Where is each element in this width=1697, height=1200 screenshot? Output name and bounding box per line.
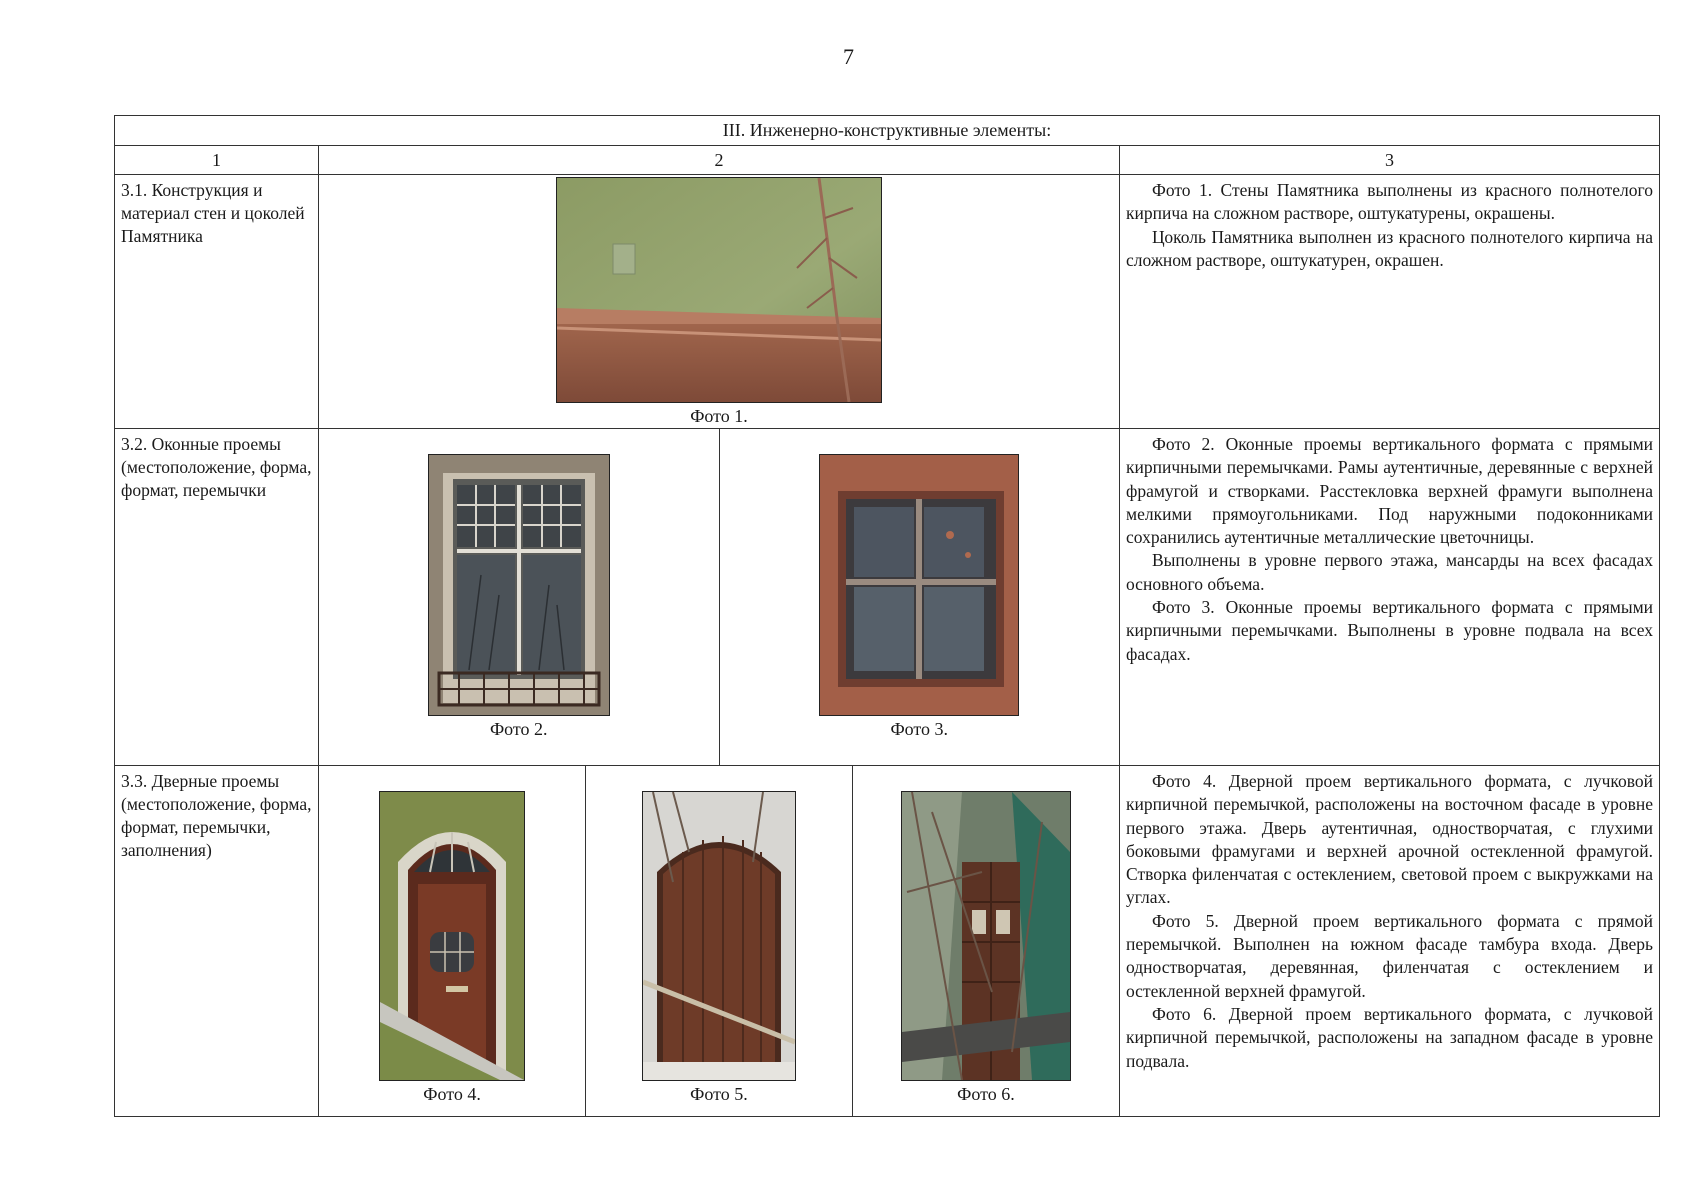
photo-caption: Фото 1. (690, 406, 748, 426)
row-label-doors: 3.3. Дверные проемы (местоположение, фор… (114, 765, 319, 1117)
description-paragraph: Фото 5. Дверной проем вертикального форм… (1126, 910, 1654, 1001)
photo-caption: Фото 5. (690, 1084, 748, 1104)
row-label-windows: 3.2. Оконные проемы (местоположение, фор… (114, 428, 319, 766)
description-paragraph: Выполнены в уровне первого этажа, мансар… (1126, 550, 1654, 594)
column-number-3: 3 (1118, 145, 1661, 175)
photo-caption: Фото 3. (890, 719, 949, 739)
window-flowerbox-photo (427, 454, 610, 716)
photo-cell-walls: Фото 1. (318, 174, 1120, 429)
basement-window-photo (819, 454, 1020, 716)
description-windows: Фото 2. Оконные проемы вертикального фор… (1118, 428, 1661, 766)
basement-door-photo (900, 791, 1071, 1081)
description-walls: Фото 1. Стены Памятника выполнены из кра… (1118, 174, 1661, 429)
description-paragraph: Фото 4. Дверной проем вертикального форм… (1126, 771, 1654, 908)
page-number: 7 (843, 44, 854, 69)
table-row: 3.3. Дверные проемы (местоположение, фор… (114, 765, 1661, 1117)
photo-caption: Фото 4. (423, 1084, 481, 1104)
description-paragraph: Фото 2. Оконные проемы вертикального фор… (1126, 434, 1654, 548)
description-paragraph: Фото 3. Оконные проемы вертикального фор… (1126, 597, 1654, 664)
engineering-elements-table: III. Инженерно-конструктивные элементы: … (113, 115, 1661, 1117)
description-doors: Фото 4. Дверной проем вертикального форм… (1118, 765, 1661, 1117)
description-paragraph: Цоколь Памятника выполнен из красного по… (1126, 226, 1654, 270)
description-paragraph: Фото 6. Дверной проем вертикального форм… (1126, 1003, 1654, 1071)
description-paragraph: Фото 1. Стены Памятника выполнены из кра… (1126, 180, 1654, 224)
photo-cell-doors: Фото 4. Фото 5. Фото 6. (318, 765, 1120, 1117)
photo-caption: Фото 2. (489, 719, 548, 739)
arched-door-photo (379, 791, 526, 1081)
plank-door-photo (641, 791, 796, 1081)
wall-plinth-photo (556, 177, 882, 403)
column-number-1: 1 (114, 145, 319, 175)
table-row: 3.1. Конструкция и материал стен и цокол… (114, 174, 1661, 429)
column-number-2: 2 (318, 145, 1120, 175)
row-label-walls: 3.1. Конструкция и материал стен и цокол… (114, 174, 319, 429)
photo-cell-windows: Фото 2. Фото 3. (318, 428, 1120, 766)
section-title: III. Инженерно-конструктивные элементы: (113, 115, 1661, 146)
photo-caption: Фото 6. (957, 1084, 1015, 1104)
table-row: 3.2. Оконные проемы (местоположение, фор… (114, 428, 1661, 766)
